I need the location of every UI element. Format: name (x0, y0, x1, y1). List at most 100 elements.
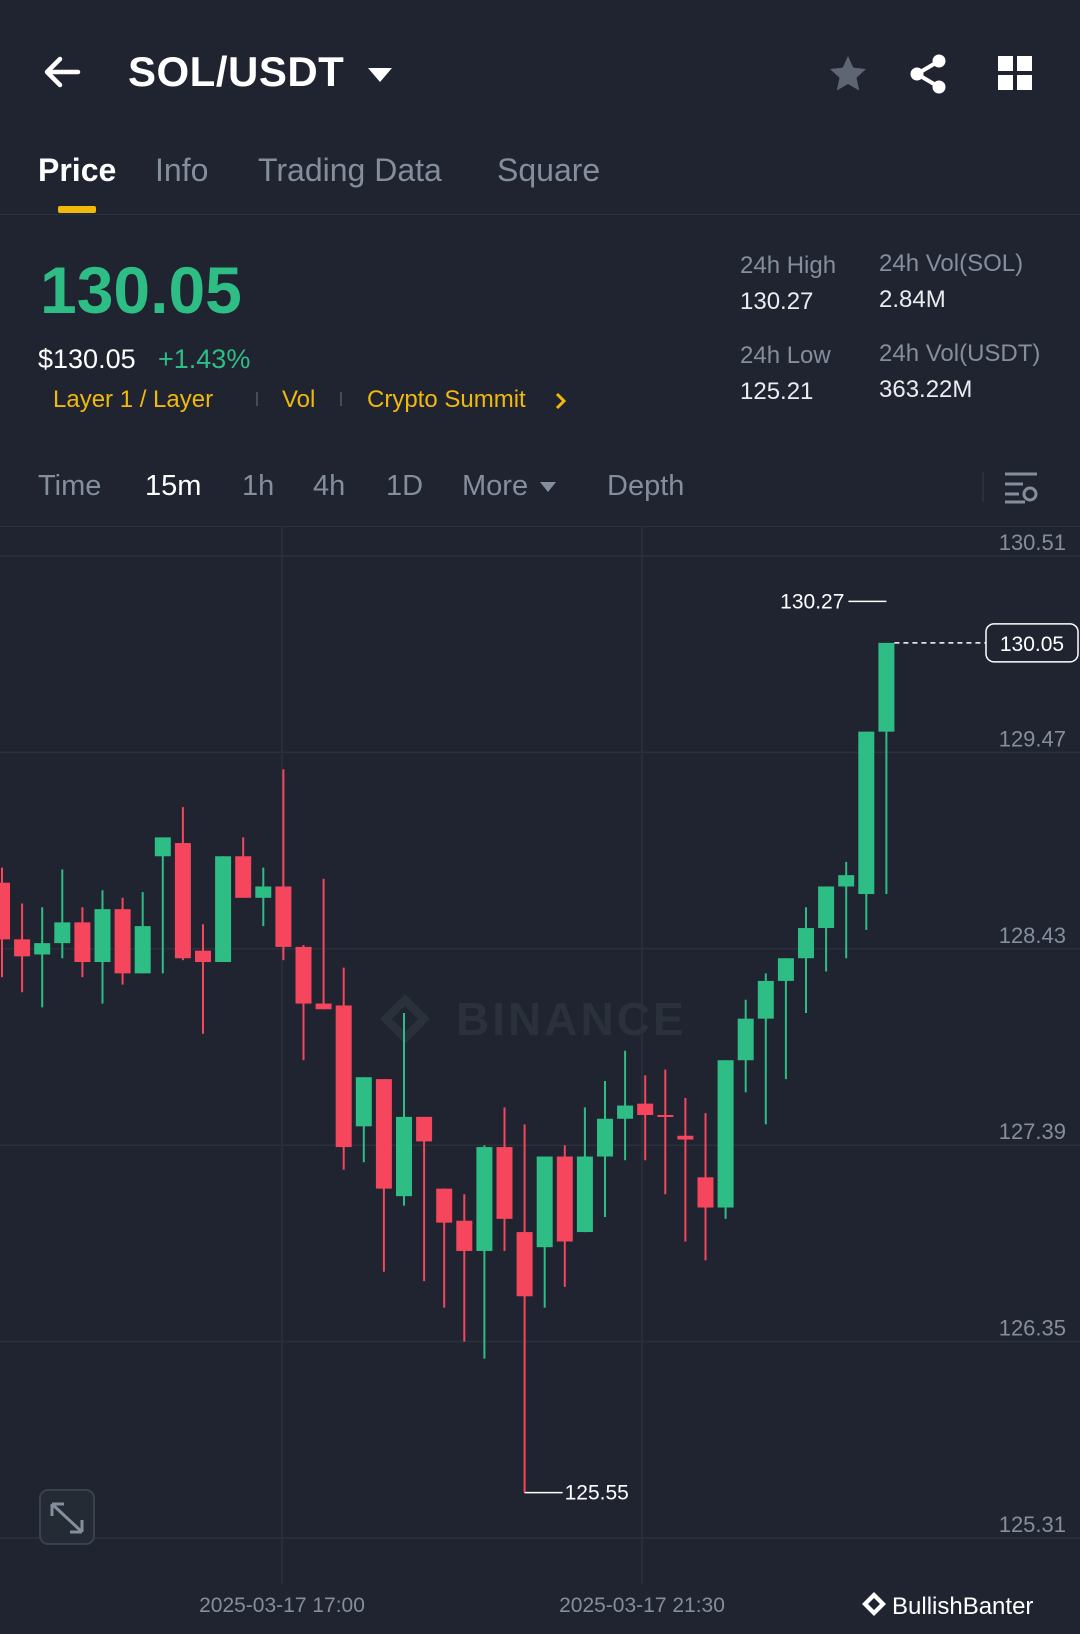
y-axis-labels: 130.51 129.47 128.43 127.39 126.35 125.31 (999, 530, 1066, 1537)
candle-body (94, 909, 111, 963)
tf-more[interactable]: More (462, 470, 528, 503)
candle-body (275, 886, 292, 947)
active-tab-indicator (58, 206, 96, 213)
y-tick-label: 125.31 (999, 1512, 1066, 1537)
candle-body (215, 856, 232, 963)
candle-body (255, 886, 272, 898)
credit: BullishBanter (862, 1592, 1033, 1620)
chart-grid (0, 526, 1080, 1584)
watermark-text: BINANCE (456, 993, 687, 1045)
x-tick-label: 2025-03-17 21:30 (559, 1594, 725, 1617)
high-value: 130.27 (740, 288, 814, 315)
binance-logo-icon (862, 1592, 886, 1616)
candle-body (416, 1116, 433, 1142)
high-label: 24h High (740, 252, 837, 279)
tab-square[interactable]: Square (497, 152, 600, 189)
y-tick-label: 126.35 (999, 1316, 1066, 1341)
star-icon[interactable] (826, 52, 870, 96)
candle-body (637, 1103, 654, 1115)
candle-body (355, 1077, 372, 1127)
candles (0, 642, 895, 1493)
expand-button[interactable] (39, 1489, 95, 1545)
candle-body (536, 1156, 553, 1248)
tab-info[interactable]: Info (155, 152, 208, 189)
price-change: +1.43% (158, 344, 251, 374)
candlestick-chart[interactable]: BINANCE 130.51 129.47 128.43 127.39 126.35 12… (0, 526, 1080, 1634)
y-tick-label: 130.51 (999, 530, 1066, 555)
watermark: BINANCE (380, 993, 687, 1045)
candle-body (396, 1116, 412, 1197)
x-tick-label: 2025-03-17 17:00 (199, 1594, 365, 1617)
candle-body (556, 1156, 573, 1242)
candle-body (0, 882, 10, 940)
arrow-left-icon[interactable] (40, 50, 84, 94)
candle-body (335, 1005, 352, 1148)
chevron-right-icon[interactable] (553, 390, 569, 412)
y-tick-label: 129.47 (999, 726, 1066, 751)
candle-body (858, 731, 875, 895)
candle-body (777, 958, 794, 981)
last-price: 130.05 (40, 253, 242, 327)
candle-body (476, 1147, 493, 1251)
candle-body (838, 875, 855, 887)
credit-text: BullishBanter (892, 1593, 1033, 1620)
price-markers: 130.27 125.55 (524, 590, 887, 1505)
candle-body (818, 886, 835, 929)
top-header: SOL/USDT (0, 0, 1080, 140)
tf-15m[interactable]: 15m (145, 470, 201, 503)
tag-layer1[interactable]: Layer 1 / Layer (53, 386, 213, 414)
candle-body (235, 856, 252, 898)
vol-quote-value: 363.22M (879, 376, 973, 403)
chevron-down-icon[interactable] (368, 68, 392, 82)
tf-depth[interactable]: Depth (607, 470, 684, 503)
candle-body (617, 1105, 634, 1119)
main-tabs: Price Info Trading Data Square (0, 140, 1080, 215)
share-icon[interactable] (906, 52, 950, 96)
candle-body (295, 946, 312, 1004)
vol-quote-label: 24h Vol(USDT) (879, 340, 1041, 367)
tag-divider (340, 392, 342, 406)
candle-body (677, 1135, 694, 1140)
last-price-line: 130.05 (894, 623, 1079, 663)
y-tick-label: 128.43 (999, 923, 1066, 948)
candle-body (154, 837, 171, 857)
candle-body (798, 928, 814, 959)
candle-body (456, 1220, 473, 1251)
tf-4h[interactable]: 4h (313, 470, 345, 503)
price-usd: $130.05 (38, 344, 136, 374)
candle-body (757, 980, 774, 1019)
low-marker-label: 125.55 (565, 1482, 629, 1505)
tf-1h[interactable]: 1h (242, 470, 274, 503)
candle-body (195, 950, 211, 963)
candle-body (74, 922, 91, 963)
chevron-down-icon[interactable] (540, 482, 556, 492)
vol-base-value: 2.84M (879, 286, 946, 313)
x-axis-labels: 2025-03-17 17:00 2025-03-17 21:30 (199, 1594, 725, 1617)
candle-body (34, 943, 51, 955)
y-tick-label: 127.39 (999, 1119, 1066, 1144)
low-value: 125.21 (740, 378, 814, 405)
tag-divider (256, 392, 258, 406)
low-label: 24h Low (740, 342, 831, 369)
candle-body (697, 1177, 714, 1208)
candle-body (315, 1003, 332, 1010)
candle-body (496, 1147, 513, 1219)
candle-body (375, 1079, 392, 1189)
tag-crypto-summit[interactable]: Crypto Summit (367, 386, 526, 414)
tag-vol[interactable]: Vol (282, 386, 315, 414)
high-marker-label: 130.27 (780, 590, 844, 613)
chart-settings-icon[interactable] (1003, 470, 1039, 506)
pair-title[interactable]: SOL/USDT (128, 48, 344, 96)
tab-trading-data[interactable]: Trading Data (258, 152, 442, 189)
tab-price[interactable]: Price (38, 152, 116, 189)
tf-1d[interactable]: 1D (386, 470, 423, 503)
candle-body (737, 1018, 754, 1061)
tf-time[interactable]: Time (38, 470, 101, 503)
toolbar-divider (982, 472, 984, 502)
vol-base-label: 24h Vol(SOL) (879, 250, 1024, 277)
candle-body (576, 1156, 593, 1233)
candle-body (436, 1188, 453, 1223)
candle-body (134, 926, 151, 974)
grid-icon[interactable] (994, 52, 1038, 96)
candle-body (174, 843, 191, 959)
